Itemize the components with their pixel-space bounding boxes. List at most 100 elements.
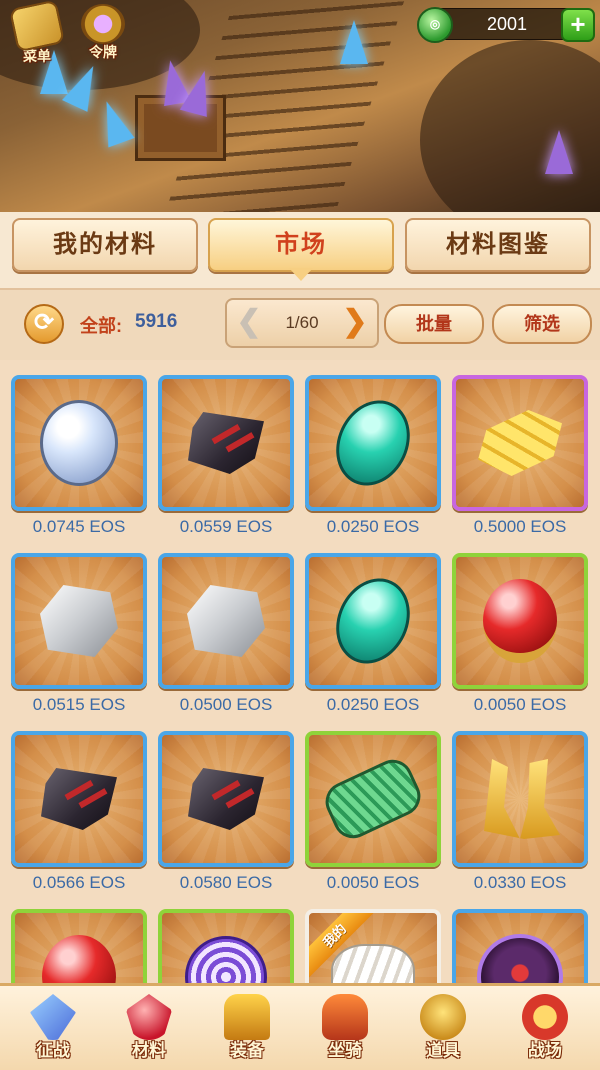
nav-items-label: 道具 [426, 1041, 460, 1060]
market-item[interactable]: 0.0745 EOS [11, 375, 147, 537]
item-price: 0.0559 EOS [179, 517, 273, 536]
item-frame-green [11, 909, 147, 983]
dark-ore-icon [188, 768, 264, 830]
market-item[interactable] [11, 909, 147, 983]
dark-ore-icon [188, 412, 264, 474]
total-label: 全部: [80, 316, 122, 336]
item-frame-blue [452, 909, 588, 983]
item-frame-blue [452, 731, 588, 867]
jade-coin-icon: ◎ [417, 7, 453, 43]
nav-equipment[interactable]: 装备 [202, 990, 292, 1068]
item-price: 0.0250 EOS [326, 695, 420, 714]
add-currency-button[interactable]: + [561, 8, 595, 42]
mount-icon [322, 994, 368, 1040]
item-frame-blue [11, 553, 147, 689]
market-item[interactable]: 0.0500 EOS [158, 553, 294, 715]
item-frame-purple [452, 375, 588, 511]
violet-orb-icon [477, 934, 563, 983]
item-frame-blue [305, 375, 441, 511]
red-orb-icon [483, 579, 557, 663]
cloth-bundle-icon [331, 944, 415, 983]
ruby-icon [126, 994, 172, 1040]
next-page-button[interactable]: ❯ [337, 304, 373, 342]
page-indicator: 1/60 [285, 313, 319, 332]
item-frame-blue [11, 375, 147, 511]
market-item[interactable]: 0.0050 EOS [452, 553, 588, 715]
refresh-button[interactable]: ⟳ [24, 304, 64, 344]
dark-ore-icon [41, 768, 117, 830]
market-item[interactable] [158, 909, 294, 983]
item-frame-blue [11, 731, 147, 867]
item-price: 0.5000 EOS [473, 517, 567, 536]
total-count: 5916 [135, 311, 178, 332]
nav-materials[interactable]: 材料 [104, 990, 194, 1068]
bottom-nav: 征战 材料 装备 坐骑 道具 战场 [0, 983, 600, 1070]
armor-icon [224, 994, 270, 1040]
prev-page-button[interactable]: ❮ [231, 304, 267, 342]
market-toolbar: ⟳ 全部: 5916 ❮ 1/60 ❯ 批量 筛选 [0, 290, 600, 360]
market-item[interactable]: 0.5000 EOS [452, 375, 588, 537]
item-frame-white: 我的 [305, 909, 441, 983]
silver-ore-icon [187, 585, 265, 657]
item-price: 0.0500 EOS [179, 695, 273, 714]
market-item[interactable]: 0.0566 EOS [11, 731, 147, 893]
item-price: 0.0745 EOS [32, 517, 126, 536]
market-item[interactable]: 0.0330 EOS [452, 731, 588, 893]
item-price: 0.0250 EOS [326, 517, 420, 536]
tab-material-codex[interactable]: 材料图鉴 [405, 218, 591, 272]
market-item[interactable]: 0.0515 EOS [11, 553, 147, 715]
item-bag-icon [420, 994, 466, 1040]
market-item[interactable]: 0.0250 EOS [305, 553, 441, 715]
item-price: 0.0050 EOS [473, 695, 567, 714]
thread-spool-icon [319, 753, 427, 845]
filter-button[interactable]: 筛选 [492, 304, 592, 344]
swords-icon [30, 994, 76, 1040]
nav-battlefield-label: 战场 [528, 1041, 562, 1060]
market-item[interactable]: 0.0559 EOS [158, 375, 294, 537]
menu-button[interactable]: 菜单 [8, 0, 66, 64]
market-item[interactable]: 0.0050 EOS [305, 731, 441, 893]
market-item[interactable] [452, 909, 588, 983]
item-price: 0.0515 EOS [32, 695, 126, 714]
currency-value: 2001 [486, 14, 528, 34]
battlefield-icon [522, 994, 568, 1040]
item-frame-green [305, 731, 441, 867]
item-price: 0.0330 EOS [473, 873, 567, 892]
nav-equipment-label: 装备 [230, 1041, 264, 1060]
bulk-button[interactable]: 批量 [384, 304, 484, 344]
item-price: 0.0566 EOS [32, 873, 126, 892]
nav-mount[interactable]: 坐骑 [300, 990, 390, 1068]
chevron-right-icon: ❯ [342, 305, 368, 338]
nav-campaign[interactable]: 征战 [8, 990, 98, 1068]
market-item[interactable]: 0.0580 EOS [158, 731, 294, 893]
market-item-grid: 0.0745 EOS 0.0559 EOS 0.0250 EOS 0.5000 EOS… [0, 360, 600, 983]
tab-my-materials[interactable]: 我的材料 [12, 218, 198, 272]
item-frame-blue [158, 375, 294, 511]
market-item[interactable]: 我的 [305, 909, 441, 983]
item-frame-blue [158, 553, 294, 689]
nav-items[interactable]: 道具 [398, 990, 488, 1068]
pearl-orb-icon [40, 400, 118, 486]
scroll-book-icon [8, 0, 66, 53]
teal-gem-icon [322, 566, 424, 676]
nav-mount-label: 坐骑 [328, 1041, 362, 1060]
tab-bar: 我的材料 市场 材料图鉴 [0, 212, 600, 290]
teal-gem-icon [322, 388, 424, 498]
item-frame-green [452, 553, 588, 689]
token-button[interactable]: 令牌 [74, 4, 132, 62]
swirl-orb-icon [185, 936, 267, 983]
item-price: 0.0580 EOS [179, 873, 273, 892]
market-item[interactable]: 0.0250 EOS [305, 375, 441, 537]
tab-market[interactable]: 市场 [208, 218, 394, 272]
item-frame-blue [158, 731, 294, 867]
golden-horns-icon [484, 759, 560, 839]
silver-ore-icon [40, 585, 118, 657]
gold-scales-icon [478, 410, 562, 476]
token-medal-icon [81, 4, 125, 44]
active-tab-pointer [289, 268, 313, 281]
item-price: 0.0050 EOS [326, 873, 420, 892]
plus-icon: + [570, 9, 586, 39]
nav-battlefield[interactable]: 战场 [500, 990, 590, 1068]
menu-label: 菜单 [23, 48, 51, 64]
item-frame-green [158, 909, 294, 983]
